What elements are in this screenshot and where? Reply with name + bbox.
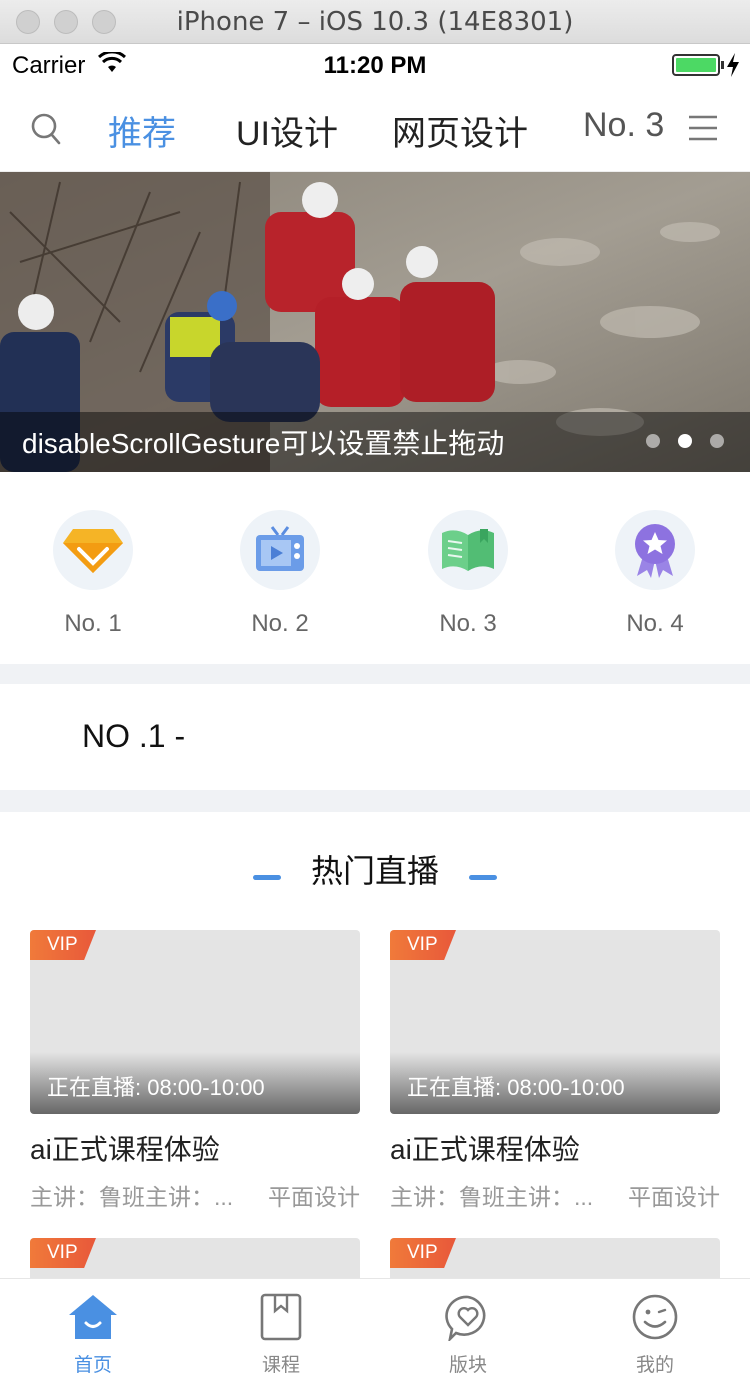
card-title: ai正式课程体验 — [390, 1134, 580, 1165]
tab-label: 我的 — [635, 1355, 674, 1376]
course-book-icon — [260, 1293, 302, 1341]
card-category: 平面设计 — [628, 1184, 720, 1210]
charging-icon — [727, 53, 739, 77]
category-label: No. 1 — [64, 610, 122, 637]
status-time: 11:20 PM — [323, 52, 427, 79]
tab-label: 首页 — [73, 1355, 112, 1376]
category-grid: No. 1 No. 2 No. 3 No. 4 — [0, 472, 750, 664]
badge-icon — [635, 524, 675, 578]
smiley-icon — [632, 1294, 678, 1340]
category-item-2[interactable]: No. 2 — [220, 510, 340, 638]
tab-recommend[interactable]: 推荐 — [108, 106, 176, 155]
tab-no3[interactable]: No. 3 — [583, 106, 664, 145]
category-label: No. 4 — [626, 610, 684, 637]
live-card[interactable]: VIP — [30, 1238, 360, 1278]
book-icon — [442, 529, 494, 571]
vip-label: VIP — [407, 934, 438, 955]
category-item-4[interactable]: No. 4 — [595, 510, 715, 638]
live-thumbnail[interactable]: VIP 正在直播: 08:00-10:00 — [390, 930, 720, 1114]
status-bar: Carrier 11:20 PM — [0, 44, 750, 86]
tab-web-design[interactable]: 网页设计 — [392, 106, 528, 155]
banner-caption: disableScrollGesture可以设置禁止拖动 — [22, 428, 505, 459]
search-icon[interactable] — [30, 112, 62, 146]
live-card[interactable]: VIP — [390, 1238, 720, 1278]
top-nav: 推荐 UI设计 网页设计 No. 3 — [0, 86, 750, 172]
vip-label: VIP — [47, 1242, 78, 1263]
menu-icon[interactable] — [688, 114, 718, 142]
card-teacher: 主讲：鲁班主讲：... — [390, 1184, 594, 1210]
title-dash-right — [469, 875, 498, 881]
live-time: 正在直播: 08:00-10:00 — [47, 1075, 265, 1100]
home-icon — [69, 1295, 117, 1339]
tab-label: 课程 — [261, 1355, 300, 1376]
category-label: No. 2 — [251, 610, 309, 637]
tab-sections[interactable]: 版块 — [408, 1293, 528, 1377]
tab-ui-design[interactable]: UI设计 — [236, 106, 338, 155]
vip-label: VIP — [407, 1242, 438, 1263]
tab-home[interactable]: 首页 — [33, 1293, 153, 1377]
simulator-title: iPhone 7 – iOS 10.3 (14E8301) — [176, 7, 574, 37]
title-dash-left — [252, 875, 281, 881]
bottom-tab-bar: 首页 课程 版块 我的 — [0, 1278, 750, 1378]
heart-chat-icon — [445, 1295, 486, 1343]
card-teacher: 主讲：鲁班主讲：... — [30, 1184, 234, 1210]
section-divider — [0, 790, 750, 812]
banner-caption-bar: disableScrollGesture可以设置禁止拖动 — [0, 412, 750, 472]
live-thumbnail[interactable]: VIP 正在直播: 08:00-10:00 — [30, 930, 360, 1114]
category-item-1[interactable]: No. 1 — [33, 510, 153, 638]
tab-courses[interactable]: 课程 — [221, 1293, 341, 1377]
battery-icon — [672, 54, 720, 76]
simulator-title-bar: iPhone 7 – iOS 10.3 (14E8301) — [0, 0, 750, 44]
notice-bar[interactable]: NO .1 - — [0, 684, 750, 790]
live-thumbnail[interactable]: VIP — [30, 1238, 360, 1278]
banner-page-indicator[interactable] — [646, 434, 724, 448]
banner-dot[interactable] — [710, 434, 724, 448]
diamond-icon — [63, 529, 123, 573]
banner-carousel[interactable]: disableScrollGesture可以设置禁止拖动 — [0, 172, 750, 472]
tab-mine[interactable]: 我的 — [595, 1293, 715, 1377]
banner-dot[interactable] — [646, 434, 660, 448]
notice-text: NO .1 - — [82, 718, 186, 754]
banner-dot-active[interactable] — [678, 434, 692, 448]
live-card[interactable]: VIP 正在直播: 08:00-10:00 ai正式课程体验 主讲：鲁班主讲：.… — [30, 930, 360, 1212]
section-divider — [0, 664, 750, 684]
live-thumbnail[interactable]: VIP — [390, 1238, 720, 1278]
section-title: 热门直播 — [310, 853, 439, 889]
hot-live-section: 热门直播 VIP 正在直播: 08:00-10:00 ai正式课程体验 主讲：鲁… — [0, 812, 750, 1278]
card-title: ai正式课程体验 — [30, 1134, 220, 1165]
vip-label: VIP — [47, 934, 78, 955]
tv-icon — [256, 526, 304, 571]
live-time: 正在直播: 08:00-10:00 — [407, 1075, 625, 1100]
category-label: No. 3 — [439, 610, 497, 637]
tab-label: 版块 — [448, 1355, 487, 1376]
category-item-3[interactable]: No. 3 — [408, 510, 528, 638]
live-card[interactable]: VIP 正在直播: 08:00-10:00 ai正式课程体验 主讲：鲁班主讲：.… — [390, 930, 720, 1212]
card-category: 平面设计 — [268, 1184, 360, 1210]
